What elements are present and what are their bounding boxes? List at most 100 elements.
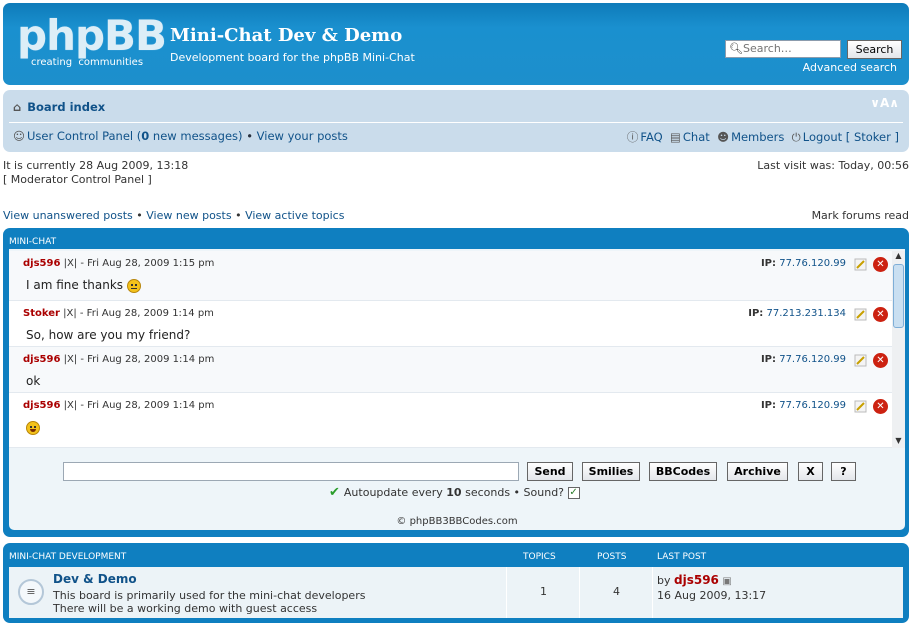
last-post-date: 16 Aug 2009, 13:17 bbox=[657, 589, 767, 602]
logout-link[interactable]: Logout [ Stoker ] bbox=[803, 130, 899, 144]
message-meta: |X| - Fri Aug 28, 2009 1:15 pm bbox=[60, 258, 215, 269]
scroll-thumb[interactable] bbox=[893, 264, 904, 328]
search-box[interactable]: 🔍︎ bbox=[725, 40, 841, 58]
last-post-info: by djs596 ▣ 16 Aug 2009, 13:17 bbox=[657, 573, 767, 602]
sound-checkbox[interactable]: ✓ bbox=[567, 487, 580, 499]
chat-messages[interactable]: djs596 |X| - Fri Aug 28, 2009 1:15 pm IP:… bbox=[9, 251, 892, 448]
navbar: ⌂ Board index ∨A∧ ☺ User Control Panel (0… bbox=[3, 90, 909, 152]
members-link[interactable]: Members bbox=[731, 130, 784, 144]
minichat-panel: MINI-CHAT djs596 |X| - Fri Aug 28, 2009 … bbox=[3, 228, 909, 537]
message-text: ok bbox=[26, 374, 41, 388]
search-input[interactable] bbox=[743, 42, 838, 55]
posts-count: 4 bbox=[613, 585, 620, 598]
archive-button[interactable]: Archive bbox=[727, 462, 788, 481]
logo-tagline: creating communities bbox=[31, 57, 144, 68]
search-icon: 🔍︎ bbox=[729, 42, 743, 55]
message-author[interactable]: djs596 |X| - Fri Aug 28, 2009 1:14 pm bbox=[23, 354, 214, 365]
forum-title-link[interactable]: Dev & Demo bbox=[53, 572, 137, 586]
delete-icon[interactable]: ✕ bbox=[873, 257, 888, 272]
message-author[interactable]: Stoker |X| - Fri Aug 28, 2009 1:14 pm bbox=[23, 308, 214, 319]
view-active-topics-link[interactable]: View active topics bbox=[245, 209, 344, 222]
forum-category: MINI-CHAT DEVELOPMENT TOPICS POSTS LAST … bbox=[3, 543, 909, 623]
smiley-icon bbox=[126, 278, 141, 293]
message-meta: |X| - Fri Aug 28, 2009 1:14 pm bbox=[59, 308, 214, 319]
message-ip: IP: 77.76.120.99 bbox=[760, 354, 846, 365]
board-index-link[interactable]: Board index bbox=[27, 100, 105, 114]
message-ip: IP: 77.76.120.99 bbox=[760, 258, 846, 269]
view-unanswered-link[interactable]: View unanswered posts bbox=[3, 209, 133, 222]
site-description: Development board for the phpBB Mini-Cha… bbox=[170, 51, 415, 64]
scroll-up-arrow[interactable]: ▲ bbox=[892, 251, 905, 263]
edit-icon[interactable] bbox=[854, 354, 867, 367]
forum-read-icon: ≡ bbox=[18, 579, 44, 605]
delete-icon[interactable]: ✕ bbox=[873, 353, 888, 368]
topics-column-header: TOPICS bbox=[523, 552, 556, 562]
message-text bbox=[26, 420, 40, 435]
bbcodes-button[interactable]: BBCodes bbox=[649, 462, 717, 481]
edit-icon[interactable] bbox=[854, 258, 867, 271]
breadcrumb: ⌂ Board index bbox=[13, 100, 105, 114]
logout-icon: ⏻ bbox=[791, 130, 801, 144]
message-text: So, how are you my friend? bbox=[26, 328, 191, 342]
delete-icon[interactable]: ✕ bbox=[873, 307, 888, 322]
copyright-link[interactable]: © phpBB3BBCodes.com bbox=[9, 516, 905, 527]
topics-cell: 1 bbox=[506, 567, 579, 618]
edit-icon[interactable] bbox=[854, 400, 867, 413]
minichat-heading: MINI-CHAT bbox=[9, 237, 57, 247]
delete-icon[interactable]: ✕ bbox=[873, 399, 888, 414]
message-author[interactable]: djs596 |X| - Fri Aug 28, 2009 1:15 pm bbox=[23, 258, 214, 269]
autoupdate-status: ✔ Autoupdate every 10 seconds • Sound? ✓ bbox=[329, 485, 580, 500]
posts-cell: 4 bbox=[579, 567, 652, 618]
chat-message: djs596 |X| - Fri Aug 28, 2009 1:14 pm IP:… bbox=[9, 347, 892, 393]
forum-row: ≡ Dev & Demo This board is primarily use… bbox=[9, 567, 903, 618]
ip-link[interactable]: 77.76.120.99 bbox=[779, 258, 846, 269]
view-latest-post-icon[interactable]: ▣ bbox=[722, 576, 731, 587]
last-post-user-link[interactable]: djs596 bbox=[674, 573, 719, 587]
view-your-posts-link[interactable]: View your posts bbox=[257, 129, 348, 143]
forum-description: This board is primarily used for the min… bbox=[53, 589, 366, 615]
send-button[interactable]: Send bbox=[527, 462, 573, 481]
mark-forums-read-link[interactable]: Mark forums read bbox=[812, 209, 909, 222]
message-meta: |X| - Fri Aug 28, 2009 1:14 pm bbox=[60, 354, 215, 365]
header-bar: phpBB creating communities Mini-Chat Dev… bbox=[3, 3, 909, 85]
message-ip: IP: 77.213.231.134 bbox=[748, 308, 846, 319]
nav-links-right: ⓘ FAQ ▤ Chat ☻ Members ⏻ Logout [ Stoker ] bbox=[627, 129, 899, 145]
chat-scrollbar[interactable]: ▲ ▼ bbox=[892, 251, 905, 448]
help-button[interactable]: ? bbox=[831, 462, 856, 481]
autoupdate-seconds: 10 bbox=[446, 486, 462, 499]
ip-link[interactable]: 77.76.120.99 bbox=[779, 400, 846, 411]
navbar-divider bbox=[9, 122, 903, 123]
last-visit: Last visit was: Today, 00:56 bbox=[757, 159, 909, 172]
site-logo[interactable]: phpBB creating communities bbox=[17, 11, 167, 73]
current-time: It is currently 28 Aug 2009, 13:18 bbox=[3, 159, 189, 172]
chat-message: djs596 |X| - Fri Aug 28, 2009 1:15 pm IP:… bbox=[9, 251, 892, 301]
chat-link[interactable]: Chat bbox=[683, 130, 710, 144]
advanced-search-link[interactable]: Advanced search bbox=[803, 61, 897, 74]
user-icon: ☺ bbox=[13, 129, 25, 143]
faq-icon: ⓘ bbox=[626, 130, 639, 144]
posts-column-header: POSTS bbox=[597, 552, 627, 562]
minichat-body: djs596 |X| - Fri Aug 28, 2009 1:15 pm IP:… bbox=[9, 249, 905, 530]
faq-link[interactable]: FAQ bbox=[640, 130, 662, 144]
message-ip: IP: 77.76.120.99 bbox=[760, 400, 846, 411]
chat-message: Stoker |X| - Fri Aug 28, 2009 1:14 pm IP:… bbox=[9, 301, 892, 347]
message-author[interactable]: djs596 |X| - Fri Aug 28, 2009 1:14 pm bbox=[23, 400, 214, 411]
members-icon: ☻ bbox=[717, 130, 730, 144]
topics-count: 1 bbox=[540, 585, 547, 598]
moderator-control-panel-link[interactable]: [ Moderator Control Panel ] bbox=[3, 173, 152, 186]
chat-icon: ▤ bbox=[670, 130, 681, 144]
smilies-button[interactable]: Smilies bbox=[582, 462, 640, 481]
chat-message: djs596 |X| - Fri Aug 28, 2009 1:14 pm IP:… bbox=[9, 393, 892, 448]
ip-link[interactable]: 77.76.120.99 bbox=[779, 354, 846, 365]
view-new-posts-link[interactable]: View new posts bbox=[146, 209, 231, 222]
last-post-divider bbox=[652, 567, 653, 618]
ip-link[interactable]: 77.213.231.134 bbox=[766, 308, 846, 319]
edit-icon[interactable] bbox=[854, 308, 867, 321]
font-resize-control[interactable]: ∨A∧ bbox=[870, 96, 899, 110]
scroll-down-arrow[interactable]: ▼ bbox=[892, 436, 905, 448]
category-heading: MINI-CHAT DEVELOPMENT bbox=[9, 552, 127, 562]
chat-message-input[interactable] bbox=[63, 462, 519, 481]
close-chat-button[interactable]: X bbox=[798, 462, 823, 481]
search-button[interactable]: Search bbox=[847, 40, 902, 59]
ucp-link[interactable]: User Control Panel (0 new messages) bbox=[27, 129, 243, 143]
